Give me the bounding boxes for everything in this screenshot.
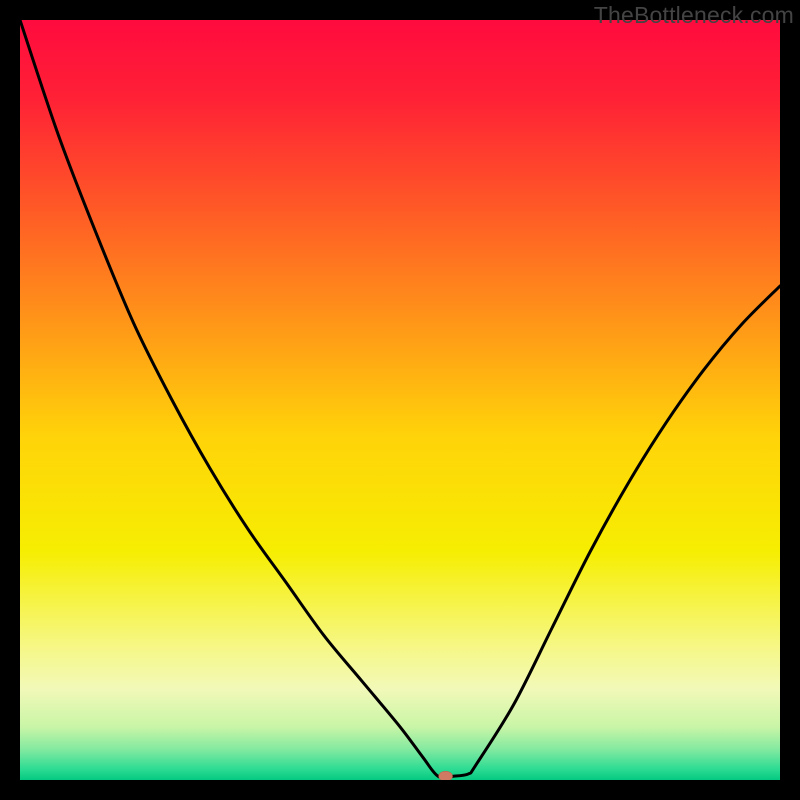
chart-svg — [20, 20, 780, 780]
optimum-marker — [439, 771, 453, 780]
watermark-text: TheBottleneck.com — [594, 2, 794, 29]
gradient-background — [20, 20, 780, 780]
chart-frame: TheBottleneck.com — [0, 0, 800, 800]
plot-area — [20, 20, 780, 780]
